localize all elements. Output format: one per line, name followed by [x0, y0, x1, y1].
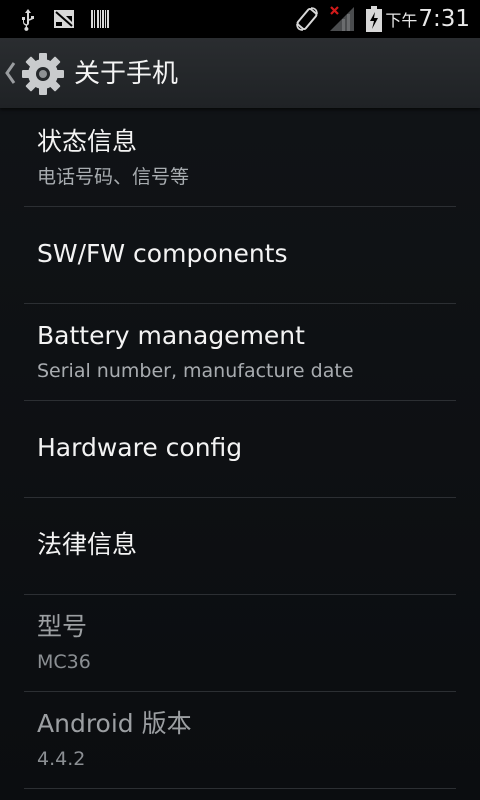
- list-item-hardware-config[interactable]: Hardware config: [0, 401, 480, 498]
- item-title: Battery management: [37, 321, 305, 350]
- item-title: Android 版本: [37, 709, 192, 738]
- screen: 下午7:31 关于手机 状态信息 电话号码、信号等 SW/FW componen…: [0, 0, 480, 800]
- divider: [24, 788, 456, 789]
- list-item-model: 型号 MC36: [0, 595, 480, 692]
- action-bar: 关于手机: [0, 38, 480, 108]
- item-title: SW/FW components: [37, 239, 288, 268]
- item-subtitle: Serial number, manufacture date: [37, 360, 354, 382]
- item-title: Hardware config: [37, 433, 243, 462]
- rotate-icon: [296, 7, 318, 31]
- item-subtitle: 4.4.2: [37, 748, 86, 770]
- item-title: 法律信息: [37, 530, 138, 559]
- list-item-android-version[interactable]: Android 版本 4.4.2: [0, 692, 480, 789]
- list-item-battery-management[interactable]: Battery management Serial number, manufa…: [0, 304, 480, 401]
- signal-icon: [330, 6, 354, 31]
- list-item-status[interactable]: 状态信息 电话号码、信号等: [0, 110, 480, 207]
- barcode-icon: [91, 10, 109, 28]
- list-item-legal-info[interactable]: 法律信息: [0, 498, 480, 595]
- time-ampm: 下午: [385, 11, 418, 30]
- battery-icon: [366, 6, 382, 32]
- item-title: 型号: [37, 612, 88, 641]
- item-subtitle: 电话号码、信号等: [37, 166, 190, 188]
- status-bar: 下午7:31: [0, 0, 480, 38]
- status-time: 下午7:31: [385, 4, 470, 34]
- settings-gear-icon[interactable]: [19, 50, 67, 98]
- time-value: 7:31: [418, 6, 470, 32]
- usb-icon: [22, 9, 34, 31]
- item-title: 状态信息: [37, 127, 138, 156]
- item-subtitle: MC36: [37, 651, 91, 673]
- page-title: 关于手机: [74, 59, 179, 89]
- settings-list: 状态信息 电话号码、信号等 SW/FW components Battery m…: [0, 110, 480, 789]
- list-item-sw-fw-components[interactable]: SW/FW components: [0, 207, 480, 304]
- back-chevron-icon[interactable]: [3, 59, 17, 87]
- debug-icon: [54, 10, 74, 28]
